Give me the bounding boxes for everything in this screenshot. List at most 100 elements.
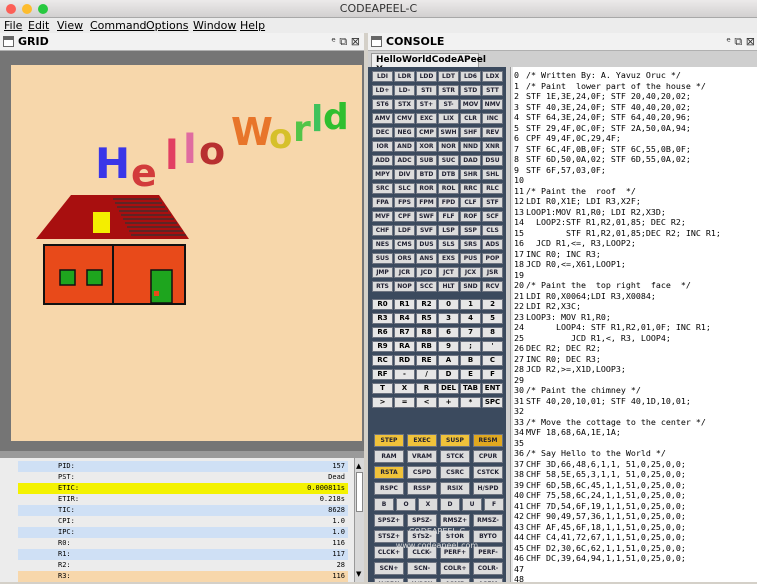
opcode-key[interactable]: FPS — [394, 197, 415, 208]
opcode-key[interactable]: SWF — [416, 211, 437, 222]
register-key-button[interactable]: R — [416, 383, 437, 394]
opcode-key[interactable]: CMP — [416, 127, 437, 138]
opcode-key[interactable]: JCD — [416, 267, 437, 278]
code-line[interactable]: 3 STF 40,3E,24,0F; STF 40,40,20,02; — [514, 102, 691, 112]
opcode-key[interactable]: JCT — [438, 267, 459, 278]
control-key[interactable]: D — [440, 498, 460, 511]
opcode-key[interactable]: RLC — [482, 183, 503, 194]
code-line[interactable]: 43 CHF AF,45,6F,18,1,1,51,0,25,0,0; — [514, 522, 686, 532]
menu-command[interactable]: Command — [90, 19, 147, 32]
opcode-key[interactable]: SHR — [460, 169, 481, 180]
opcode-key[interactable]: JCX — [460, 267, 481, 278]
opcode-key[interactable]: RCV — [482, 281, 503, 292]
opcode-key[interactable]: LD- — [394, 85, 415, 96]
register-scrollbar[interactable]: ▲ ▼ — [354, 458, 364, 582]
opcode-key[interactable]: SLC — [394, 183, 415, 194]
opcode-key[interactable]: DSU — [482, 155, 503, 166]
code-line[interactable]: 19 — [514, 270, 526, 280]
tab-helloworld[interactable]: HelloWorldCodeAPeel X — [371, 53, 486, 75]
opcode-key[interactable]: SRS — [460, 239, 481, 250]
control-key[interactable]: STEP — [374, 434, 404, 447]
register-key-button[interactable]: R4 — [394, 313, 415, 324]
opcode-key[interactable]: MVF — [372, 211, 393, 222]
code-line[interactable]: 37 CHF 3D,66,48,6,1,1, 51,0,25,0,0; — [514, 459, 686, 469]
control-key[interactable]: RSSP — [407, 482, 437, 495]
code-line[interactable]: 44 CHF C4,41,72,67,1,1,51,0,25,0,0; — [514, 532, 686, 542]
opcode-key[interactable]: BTD — [416, 169, 437, 180]
code-line[interactable]: 9 STF 6F,57,03,0F; — [514, 165, 606, 175]
opcode-key[interactable]: SHL — [482, 169, 503, 180]
opcode-key[interactable]: ST6 — [372, 99, 393, 110]
opcode-key[interactable]: CPF — [394, 211, 415, 222]
opcode-key[interactable]: XNR — [482, 141, 503, 152]
code-line[interactable]: 23 LOOP3: MOV R1,R0; — [514, 312, 611, 322]
splitter[interactable] — [0, 451, 364, 458]
code-line[interactable]: 5 STF 29,4F,0C,0F; STF 2A,50,0A,94; — [514, 123, 691, 133]
register-key-button[interactable]: ENT — [482, 383, 503, 394]
code-line[interactable]: 15 STF R1,R2,01,85;DEC R2; INC R1; — [514, 228, 721, 238]
opcode-key[interactable]: DTB — [438, 169, 459, 180]
opcode-key[interactable]: SCC — [416, 281, 437, 292]
register-key-button[interactable]: R8 — [416, 327, 437, 338]
opcode-key[interactable]: JMP — [372, 267, 393, 278]
register-key-button[interactable]: > — [372, 397, 393, 408]
opcode-key[interactable]: LIX — [438, 113, 459, 124]
opcode-key[interactable]: NOR — [438, 141, 459, 152]
code-line[interactable]: 47 — [514, 564, 526, 574]
opcode-key[interactable]: HLT — [438, 281, 459, 292]
opcode-key[interactable]: INC — [482, 113, 503, 124]
code-line[interactable]: 32 — [514, 406, 526, 416]
grid-canvas[interactable]: H e l l o W o r l d — [11, 65, 362, 441]
control-key[interactable]: STCK — [440, 450, 470, 463]
opcode-key[interactable]: RTS — [372, 281, 393, 292]
code-line[interactable]: 6 CPF 49,4F,0C,29,4F; — [514, 133, 621, 143]
register-key-button[interactable]: 9 — [438, 341, 459, 352]
register-key-button[interactable]: SPC — [482, 397, 503, 408]
control-key[interactable]: H/SRN — [374, 578, 404, 582]
register-key-button[interactable]: 5 — [482, 313, 503, 324]
opcode-key[interactable]: STX — [394, 99, 415, 110]
opcode-key[interactable]: ROR — [416, 183, 437, 194]
opcode-key[interactable]: FLF — [438, 211, 459, 222]
opcode-key[interactable]: CLR — [460, 113, 481, 124]
opcode-key[interactable]: SLS — [438, 239, 459, 250]
code-line[interactable]: 1 /* Paint lower part of the house */ — [514, 81, 706, 91]
register-key-button[interactable]: E — [460, 369, 481, 380]
register-key-button[interactable]: R5 — [416, 313, 437, 324]
opcode-key[interactable]: SUC — [438, 155, 459, 166]
code-line[interactable]: 11/* Paint the roof */ — [514, 186, 636, 196]
code-line[interactable]: 27 INC R0; DEC R3; — [514, 354, 601, 364]
opcode-key[interactable]: LDT — [438, 71, 459, 82]
register-key-button[interactable]: * — [460, 397, 481, 408]
control-key[interactable]: SUSP — [440, 434, 470, 447]
control-key[interactable]: RSTA — [374, 466, 404, 479]
opcode-key[interactable]: FPA — [372, 197, 393, 208]
register-key-button[interactable]: 7 — [460, 327, 481, 338]
register-key-button[interactable]: R9 — [372, 341, 393, 352]
code-line[interactable]: 13 LOOP1:MOV R1,R0; LDI R2,X3D; — [514, 207, 666, 217]
register-key-button[interactable]: RF — [372, 369, 393, 380]
control-key[interactable]: RESM — [473, 434, 503, 447]
opcode-key[interactable]: CLF — [460, 197, 481, 208]
register-key-button[interactable]: = — [394, 397, 415, 408]
code-line[interactable]: 2 STF 1E,3E,24,0F; STF 20,40,20,02; — [514, 91, 691, 101]
code-line[interactable]: 36/* Say Hello to the World */ — [514, 448, 666, 458]
opcode-key[interactable]: ROL — [438, 183, 459, 194]
control-key[interactable]: SPSZ+ — [374, 514, 404, 527]
opcode-key[interactable]: SCF — [482, 211, 503, 222]
opcode-key[interactable]: STD — [460, 85, 481, 96]
scroll-thumb[interactable] — [356, 472, 363, 512]
code-line[interactable]: 35 — [514, 438, 526, 448]
opcode-key[interactable]: ADD — [372, 155, 393, 166]
code-line[interactable]: 40 CHF 75,58,6C,24,1,1,51,0,25,0,0; — [514, 490, 686, 500]
opcode-key[interactable]: DIV — [394, 169, 415, 180]
control-key[interactable]: RSIX — [440, 482, 470, 495]
opcode-key[interactable]: SVF — [416, 225, 437, 236]
opcode-key[interactable]: LDD — [416, 71, 437, 82]
control-key[interactable]: H/SCN — [407, 578, 437, 582]
opcode-key[interactable]: SRC — [372, 183, 393, 194]
register-key-button[interactable]: 8 — [482, 327, 503, 338]
opcode-key[interactable]: ADS — [482, 239, 503, 250]
opcode-key[interactable]: STF — [482, 197, 503, 208]
register-key-button[interactable]: RE — [416, 355, 437, 366]
